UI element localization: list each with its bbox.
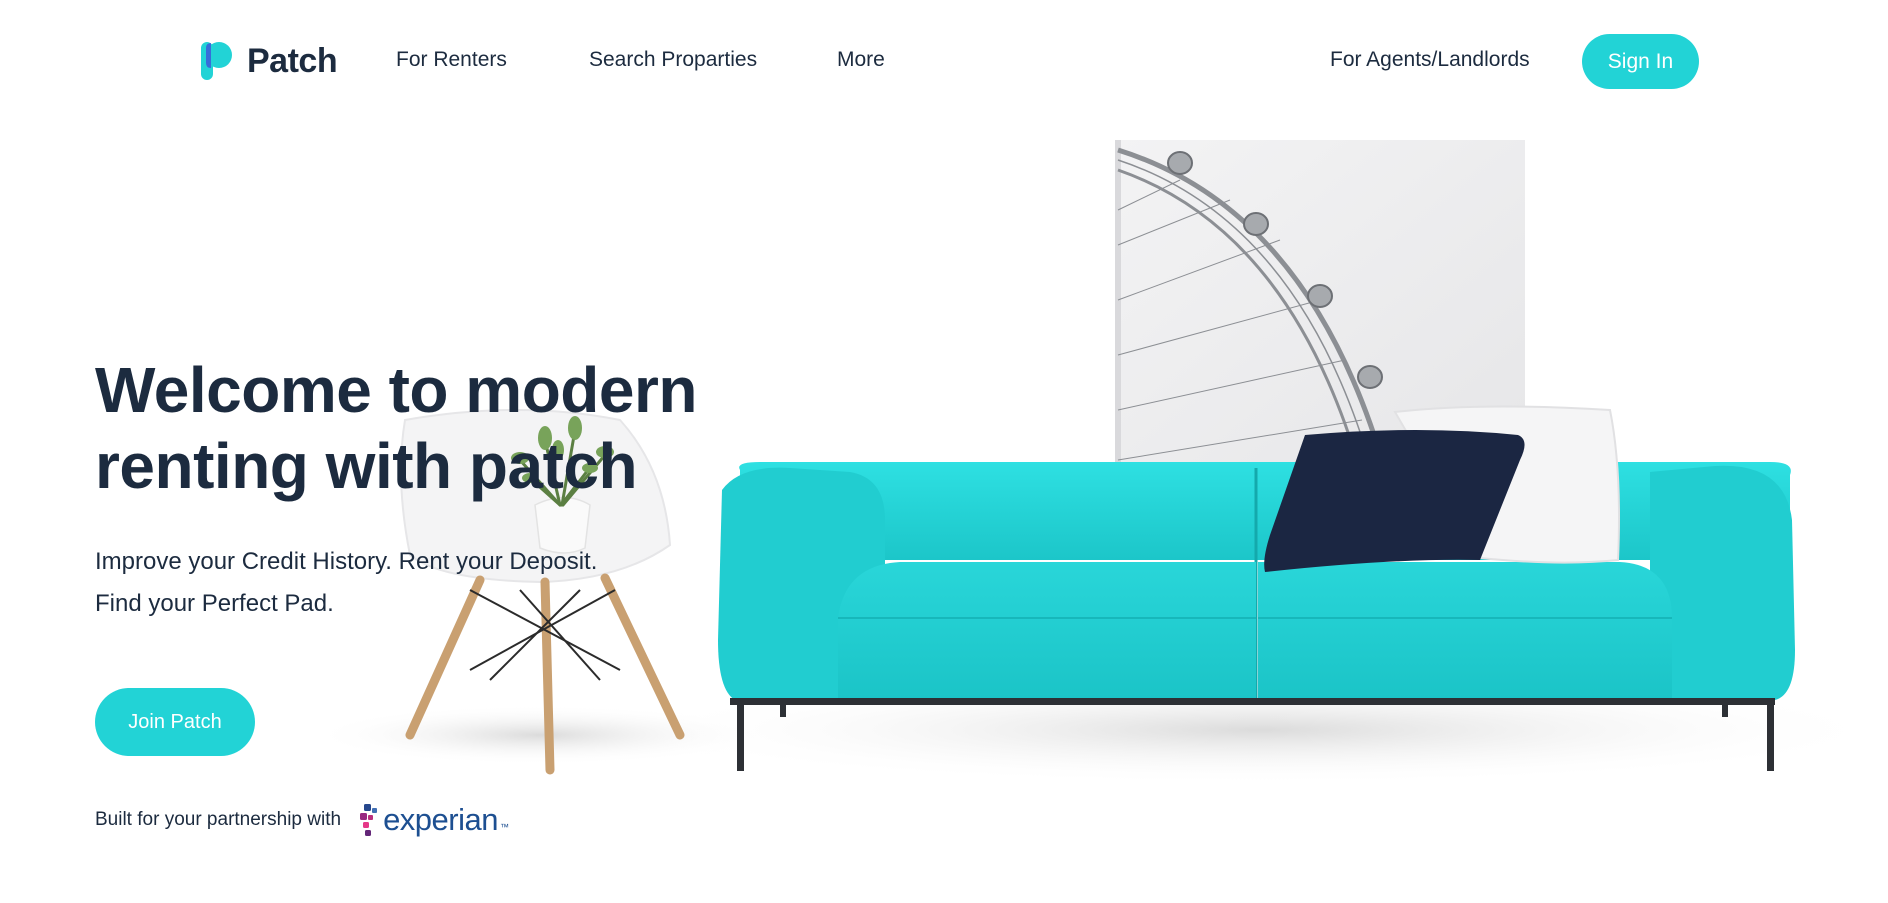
hero-subtitle: Improve your Credit History. Rent your D… [95, 541, 715, 625]
hero-title-line-2: renting with patch [95, 430, 638, 502]
landing-page: Patch For Renters Search Proparties More… [0, 0, 1888, 903]
partnership-row: Built for your partnership with experian… [95, 802, 509, 838]
partnership-text: Built for your partnership with [95, 809, 342, 830]
experian-dots-icon [360, 804, 378, 836]
hero-title-line-1: Welcome to modern [95, 354, 697, 426]
experian-logo[interactable]: experian ™ [359, 802, 509, 838]
hero-subtitle-line-1: Improve your Credit History. Rent your D… [95, 548, 598, 575]
hero-subtitle-line-2: Find your Perfect Pad. [95, 590, 334, 617]
join-patch-button[interactable]: Join Patch [95, 688, 255, 756]
hero-title: Welcome to modern renting with patch [95, 352, 815, 504]
experian-trademark: ™ [499, 822, 509, 832]
experian-wordmark: experian [383, 802, 498, 837]
